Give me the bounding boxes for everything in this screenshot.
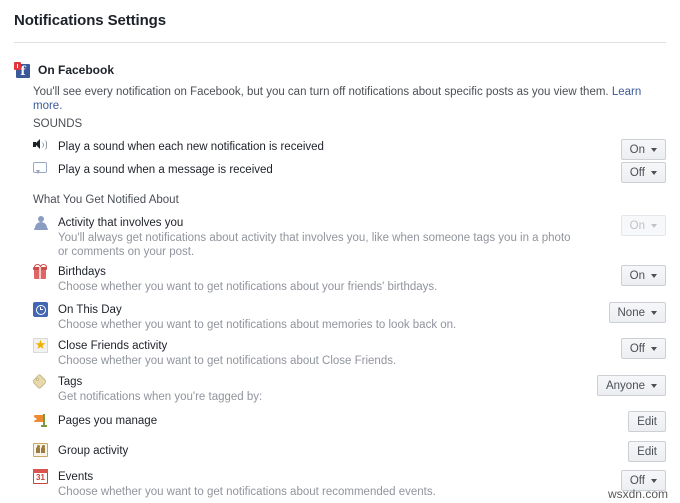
group-icon	[33, 443, 49, 459]
dropdown-value: Off	[629, 474, 645, 487]
page-title: Notifications Settings	[14, 12, 166, 29]
chevron-down-icon	[651, 346, 657, 351]
row-subtitle: Choose whether you want to get notificat…	[58, 319, 457, 331]
button-label: Edit	[637, 445, 657, 458]
dropdown-tags[interactable]: Anyone	[596, 375, 666, 396]
group-heading-sounds: SOUNDS	[33, 118, 83, 130]
clock-icon	[33, 302, 49, 318]
row-title: Pages you manage	[58, 415, 158, 427]
chevron-down-icon	[651, 170, 657, 175]
row-subtitle: Choose whether you want to get notificat…	[58, 355, 397, 367]
dropdown-close-friends-activity[interactable]: Off	[620, 338, 666, 359]
facebook-icon: f	[14, 62, 30, 78]
dropdown-sound-message[interactable]: Off	[620, 162, 666, 183]
chevron-down-icon	[651, 223, 657, 228]
dropdown-value: None	[617, 306, 646, 319]
dropdown-value: On	[629, 269, 645, 282]
dropdown-value: Off	[629, 166, 645, 179]
title-divider	[14, 42, 666, 43]
dropdown-on-this-day[interactable]: None	[608, 302, 666, 323]
row-title: Tags	[58, 376, 83, 388]
row-subtitle: Get notifications when you're tagged by:	[58, 391, 263, 403]
row-tags: Tags Get notifications when you're tagge…	[31, 373, 666, 404]
watermark: wsxdn.com	[607, 487, 668, 501]
row-sound-new-notification: Play a sound when each new notification …	[33, 139, 666, 155]
row-close-friends-activity: ★ Close Friends activity Choose whether …	[33, 337, 666, 368]
flag-icon	[33, 413, 49, 429]
edit-button-group-activity[interactable]: Edit	[628, 441, 666, 462]
dropdown-value: Off	[629, 342, 645, 355]
row-on-this-day: On This Day Choose whether you want to g…	[33, 302, 666, 332]
row-title: Close Friends activity	[58, 340, 168, 352]
dropdown-value: On	[629, 143, 645, 156]
tag-icon	[31, 373, 49, 390]
chevron-down-icon	[651, 147, 657, 152]
row-sound-message: Play a sound when a message is received	[33, 162, 666, 178]
dropdown-birthdays[interactable]: On	[620, 265, 666, 286]
row-group-activity: Group activity	[33, 443, 666, 459]
calendar-day-number: 31	[36, 473, 45, 482]
calendar-icon: 31	[33, 469, 49, 485]
dropdown-value: Anyone	[605, 379, 645, 392]
row-birthdays: Birthdays Choose whether you want to get…	[33, 264, 666, 294]
section-description: You'll see every notification on Faceboo…	[33, 85, 673, 113]
gift-icon	[33, 264, 49, 280]
row-subtitle: Choose whether you want to get notificat…	[58, 281, 438, 293]
section-heading-label: On Facebook	[38, 63, 115, 77]
message-bubble-icon	[33, 162, 49, 178]
star-icon: ★	[33, 337, 48, 353]
chevron-down-icon	[651, 310, 657, 315]
row-subtitle: You'll always get notifications about ac…	[58, 232, 571, 258]
group-heading-notified-about: What You Get Notified About	[33, 194, 179, 206]
dropdown-sound-new-notification[interactable]: On	[620, 139, 666, 160]
row-title: Play a sound when a message is received	[58, 164, 273, 176]
dropdown-activity-involves-you: On	[620, 215, 666, 236]
row-title: Birthdays	[58, 266, 106, 278]
row-title: Play a sound when each new notification …	[58, 141, 324, 153]
person-icon	[33, 215, 49, 231]
chevron-down-icon	[651, 478, 657, 483]
row-activity-involves-you: Activity that involves you You'll always…	[33, 216, 666, 259]
edit-button-pages-you-manage[interactable]: Edit	[628, 411, 666, 432]
button-label: Edit	[637, 415, 657, 428]
chevron-down-icon	[651, 383, 657, 388]
row-pages-you-manage: Pages you manage	[33, 414, 666, 429]
row-title: Group activity	[58, 445, 129, 457]
row-title: Events	[58, 471, 94, 483]
row-title: Activity that involves you	[58, 217, 184, 229]
row-title: On This Day	[58, 304, 122, 316]
section-description-text: You'll see every notification on Faceboo…	[33, 86, 612, 98]
section-header-on-facebook: f On Facebook	[14, 62, 114, 78]
row-events: 31 Events Choose whether you want to get…	[33, 469, 666, 499]
row-subtitle: Choose whether you want to get notificat…	[58, 486, 436, 498]
chevron-down-icon	[651, 273, 657, 278]
speaker-icon	[33, 139, 49, 155]
dropdown-value: On	[629, 219, 645, 232]
